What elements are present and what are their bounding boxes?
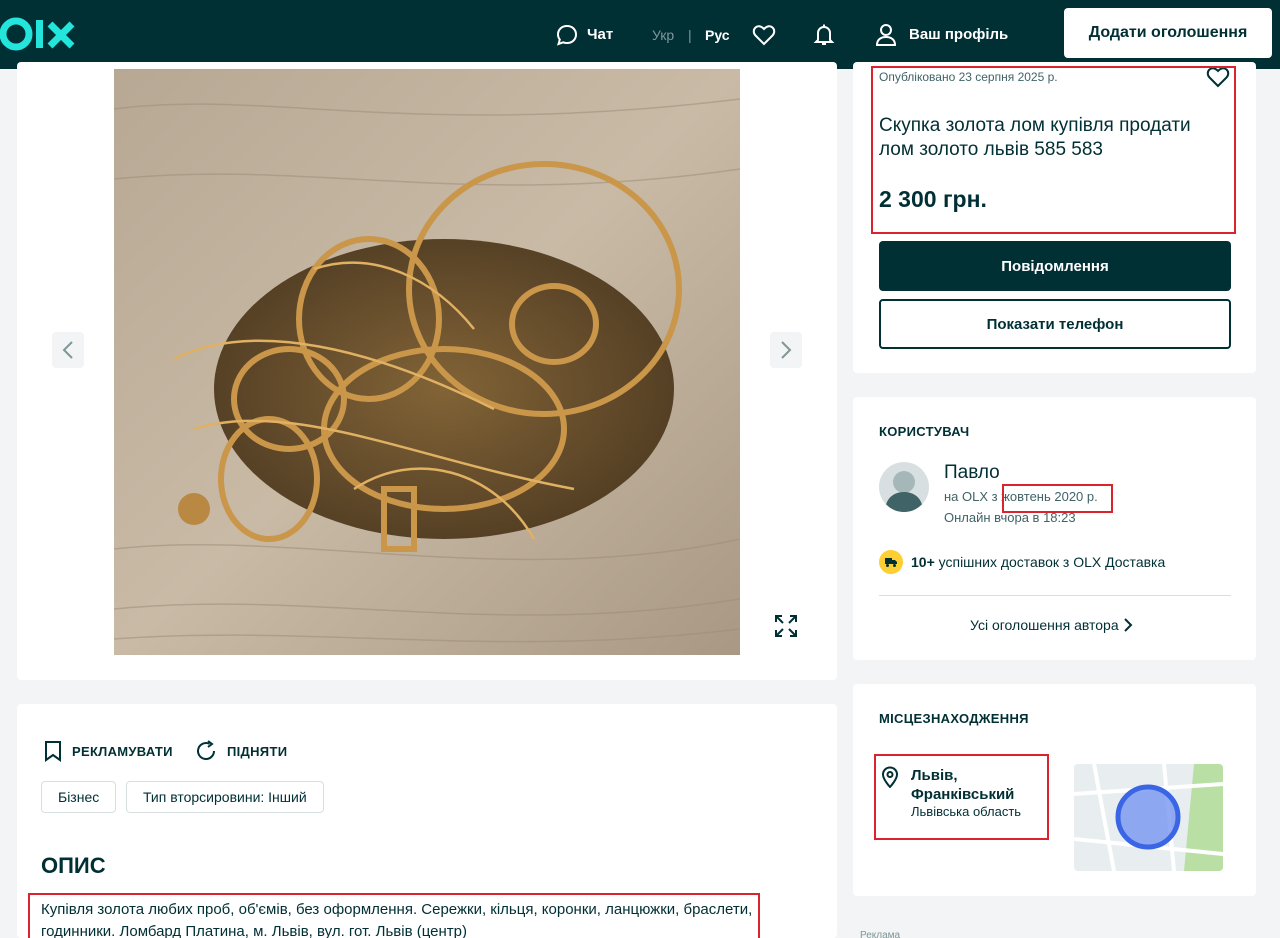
- tag-business: Бізнес: [41, 781, 117, 813]
- profile-label: Ваш профіль: [909, 26, 1009, 43]
- bell-icon: [813, 24, 835, 45]
- user-icon: [875, 23, 897, 46]
- ads-label: Реклама: [860, 930, 901, 938]
- favorites-button[interactable]: [752, 0, 776, 69]
- gold-jewelry-image: [114, 69, 740, 655]
- chat-icon: [556, 24, 578, 46]
- delivery-info: 10+ успішних доставок з OLX Доставка: [911, 554, 1165, 570]
- map-image: [1074, 764, 1223, 871]
- chat-link[interactable]: Чат: [556, 0, 613, 69]
- ad-photo[interactable]: [114, 69, 740, 655]
- next-photo-button[interactable]: [770, 332, 802, 368]
- all-author-ads-link[interactable]: Усі оголошення автора: [970, 617, 1133, 633]
- avatar-placeholder-icon: [885, 471, 923, 512]
- promote-label: РЕКЛАМУВАТИ: [72, 743, 173, 759]
- expand-icon: [775, 615, 797, 637]
- avatar[interactable]: [879, 462, 929, 512]
- add-ad-button[interactable]: Додати оголошення: [1064, 8, 1272, 58]
- location-map[interactable]: [1074, 764, 1223, 871]
- truck-icon: [879, 550, 903, 574]
- olx-logo[interactable]: [0, 14, 78, 54]
- message-button[interactable]: Повідомлення: [879, 241, 1231, 291]
- lang-rus[interactable]: Рус: [705, 0, 730, 69]
- divider: [879, 595, 1231, 596]
- promote-button[interactable]: РЕКЛАМУВАТИ: [44, 740, 173, 762]
- raise-label: ПІДНЯТИ: [227, 743, 288, 759]
- refresh-icon: [197, 740, 215, 760]
- tag-material-type: Тип вторсировини: Інший: [126, 781, 324, 813]
- chat-label: Чат: [587, 26, 614, 43]
- notifications-button[interactable]: [813, 0, 835, 69]
- user-name[interactable]: Павло: [944, 462, 1000, 484]
- chevron-left-icon: [62, 341, 73, 359]
- highlight-box-ad: [871, 66, 1236, 234]
- highlight-box-since: [1002, 484, 1113, 513]
- show-phone-button[interactable]: Показати телефон: [879, 299, 1231, 349]
- highlight-box-description: [28, 893, 760, 938]
- profile-link[interactable]: Ваш профіль: [875, 0, 1008, 69]
- location-heading: МІСЦЕЗНАХОДЖЕННЯ: [879, 711, 1029, 726]
- raise-button[interactable]: ПІДНЯТИ: [195, 740, 287, 762]
- lang-separator: |: [688, 26, 692, 43]
- heart-icon: [752, 24, 776, 45]
- user-online-status: Онлайн вчора в 18:23: [944, 510, 1076, 525]
- all-ads-label: Усі оголошення автора: [970, 617, 1119, 633]
- bookmark-icon: [45, 741, 61, 762]
- chevron-right-icon: [781, 341, 792, 359]
- fullscreen-button[interactable]: [770, 610, 802, 642]
- chevron-right-icon: [1123, 618, 1133, 632]
- delivery-count: 10+: [911, 554, 935, 570]
- top-header: Чат Укр | Рус Ваш профіль Додати оголоше…: [0, 0, 1280, 69]
- delivery-label: успішних доставок з OLX Доставка: [938, 554, 1166, 570]
- description-heading: ОПИС: [41, 853, 106, 878]
- highlight-box-location: [874, 754, 1049, 840]
- user-heading: КОРИСТУВАЧ: [879, 424, 970, 439]
- prev-photo-button[interactable]: [52, 332, 84, 368]
- lang-ukr[interactable]: Укр: [652, 0, 674, 69]
